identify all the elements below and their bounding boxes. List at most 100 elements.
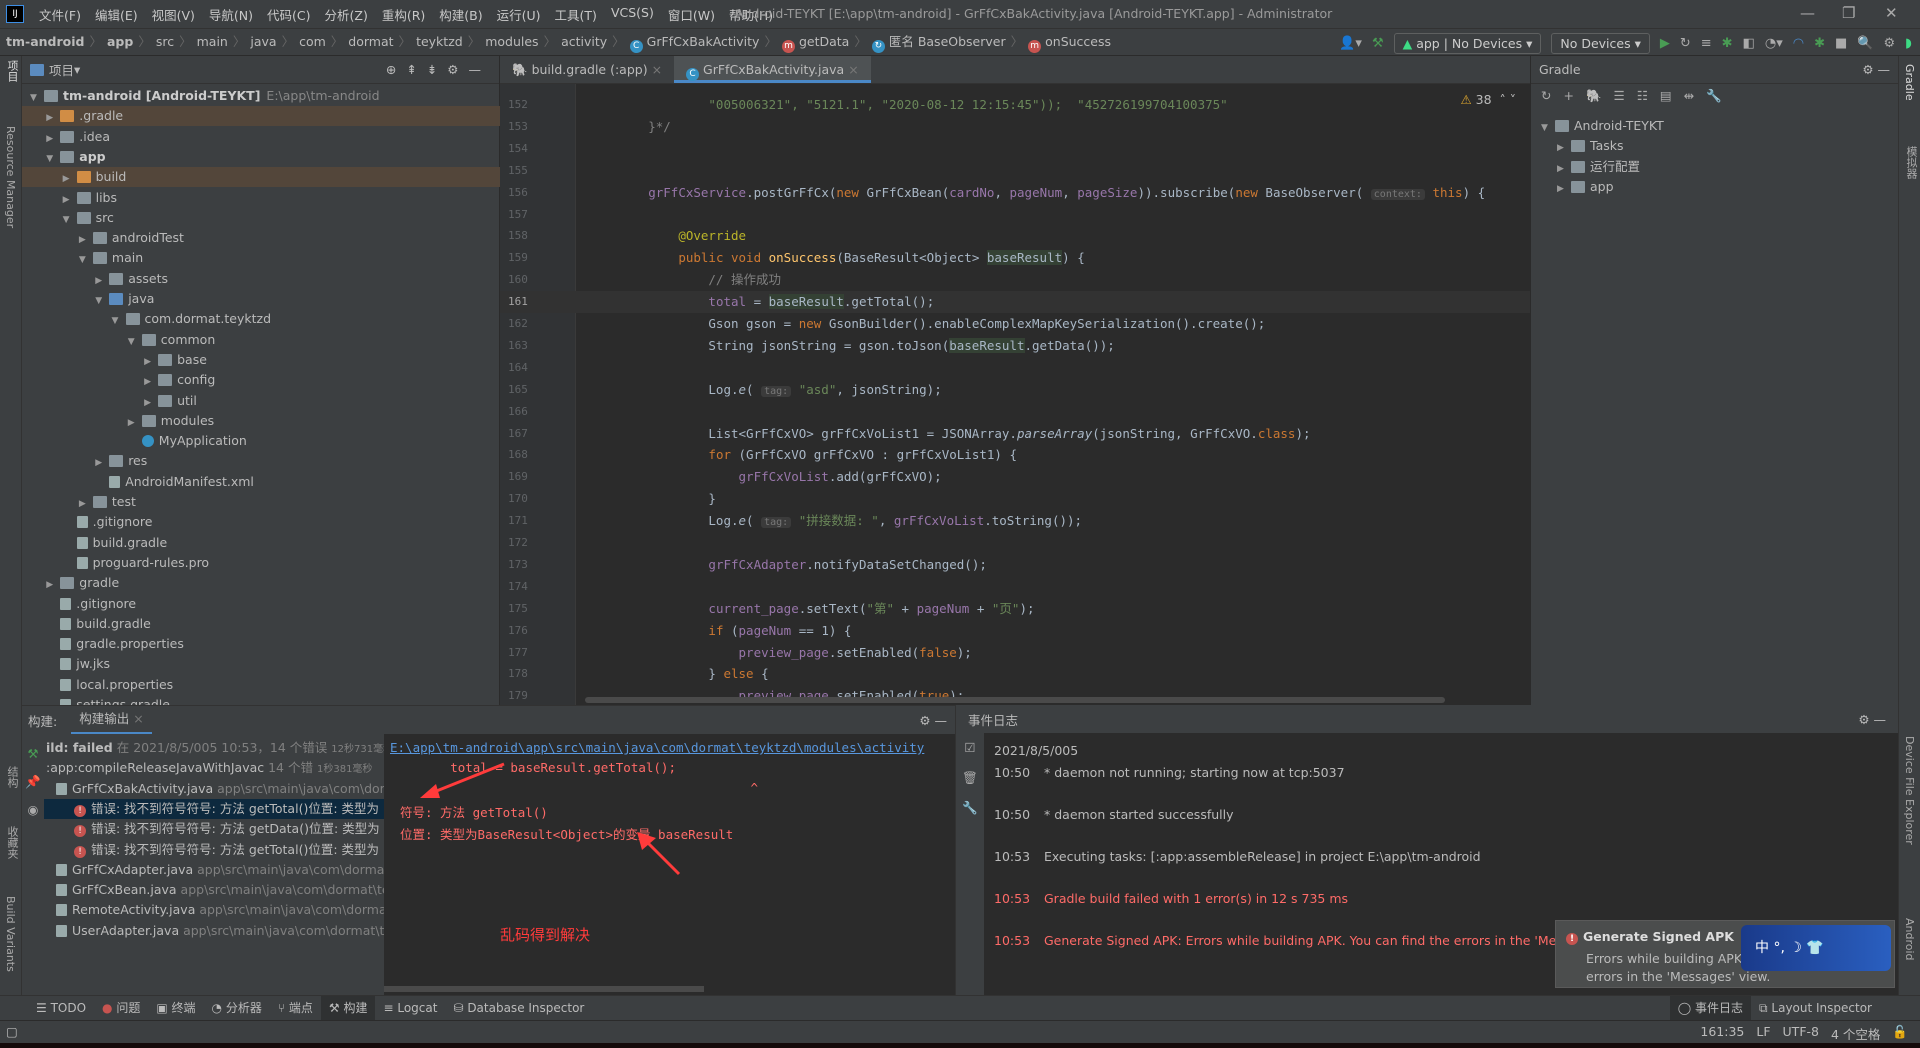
chevron-down-icon[interactable]: ▼ bbox=[1541, 118, 1555, 138]
chevron-right-icon[interactable]: ▶ bbox=[46, 108, 60, 128]
code-line[interactable]: 154 bbox=[500, 138, 1530, 160]
code-line[interactable]: 178 } else { bbox=[500, 663, 1530, 685]
code-line[interactable]: 160 // 操作成功 bbox=[500, 269, 1530, 291]
gear-icon[interactable]: ⚙ bbox=[1883, 36, 1895, 51]
tree-item[interactable]: ▼ tm-android [Android-TEYKT] E:\app\tm-and… bbox=[22, 86, 500, 106]
code-line[interactable]: 171 Log.e( tag: "拼接数据: ", grFfCxVoList.t… bbox=[500, 510, 1530, 532]
gradle-tree-item[interactable]: ▶ Tasks bbox=[1531, 136, 1920, 156]
breadcrumb-item[interactable]: m onSuccess bbox=[1028, 34, 1111, 53]
tool-device-file-explorer[interactable]: Device File Explorer bbox=[1903, 736, 1916, 845]
tree-item[interactable]: ▶ res bbox=[22, 451, 500, 471]
breadcrumb-item[interactable]: app bbox=[107, 34, 133, 49]
project-toolbar-icons[interactable]: ⊕⇞⇟⚙— bbox=[386, 62, 491, 77]
tree-item[interactable]: local.properties bbox=[22, 675, 500, 695]
code-line[interactable]: 175 current_page.setText("第" + pageNum +… bbox=[500, 598, 1530, 620]
coverage-icon[interactable]: ◔▾ bbox=[1765, 36, 1783, 51]
output-scrollbar[interactable] bbox=[384, 986, 704, 992]
build-tree-item[interactable]: ild: failed 在 2021/8/5/005 10:53，14 个错误 1… bbox=[44, 738, 394, 758]
breadcrumb-item[interactable]: tm-android bbox=[6, 34, 84, 49]
gradle-tree-item[interactable]: ▶ app bbox=[1531, 177, 1920, 197]
tool-构建[interactable]: ⚒ 构建 bbox=[320, 995, 376, 1021]
chevron-right-icon[interactable]: ▶ bbox=[1557, 159, 1571, 179]
tree-item[interactable]: ▶ androidTest bbox=[22, 228, 500, 248]
tree-item[interactable]: ▶ assets bbox=[22, 269, 500, 289]
run-icon[interactable]: ▶ bbox=[1660, 36, 1670, 51]
tree-item[interactable]: proguard-rules.pro bbox=[22, 553, 500, 573]
breadcrumb-item[interactable]: ↻ 匿名 BaseObserver bbox=[871, 34, 1006, 53]
event-log-toolbar[interactable]: ☑ 🗑 🔧 bbox=[956, 733, 984, 995]
cursor-position[interactable]: 161:35 bbox=[1700, 1024, 1744, 1043]
tree-item[interactable]: ▼ src bbox=[22, 208, 500, 228]
menu-item[interactable]: 视图(V) bbox=[145, 5, 202, 24]
chevron-right-icon[interactable]: ▶ bbox=[79, 494, 93, 514]
tool-logcat[interactable]: ≡ Logcat bbox=[375, 996, 445, 1021]
tree-item[interactable]: MyApplication bbox=[22, 431, 500, 451]
code-line[interactable]: 162 Gson gson = new GsonBuilder().enable… bbox=[500, 313, 1530, 335]
chevron-right-icon[interactable]: ▶ bbox=[1557, 179, 1571, 199]
tool-端点[interactable]: ⑂ 端点 bbox=[270, 996, 321, 1021]
chevron-right-icon[interactable]: ▶ bbox=[46, 129, 60, 149]
chevron-down-icon[interactable]: ▼ bbox=[128, 332, 142, 352]
gradle-toolbar[interactable]: ↻+🐘☰☷▤⇹🔧 bbox=[1531, 84, 1898, 112]
code-line[interactable]: 164 bbox=[500, 357, 1530, 379]
tree-item[interactable]: ▶ .idea bbox=[22, 127, 500, 147]
line-separator[interactable]: LF bbox=[1756, 1024, 1770, 1043]
build-side-toolbar[interactable]: ⚒ 📌 ◉ bbox=[22, 734, 44, 996]
profile-icon[interactable]: ◧ bbox=[1743, 36, 1755, 51]
tree-item[interactable]: ▼ java bbox=[22, 289, 500, 309]
menu-item[interactable]: 工具(T) bbox=[548, 5, 604, 24]
minimize-button[interactable]: — bbox=[1800, 4, 1815, 22]
tool-structure[interactable]: 结构 bbox=[4, 766, 20, 788]
gradle-tree-item[interactable]: ▼ Android-TEYKT bbox=[1531, 116, 1920, 136]
tab-build-output[interactable]: 构建输出 × bbox=[71, 706, 152, 734]
chevron-right-icon[interactable]: ▶ bbox=[79, 230, 93, 250]
build-tree-item[interactable]: ! 错误: 找不到符号符号: 方法 getData()位置: 类型为 bbox=[44, 819, 394, 839]
breadcrumb-item[interactable]: modules bbox=[485, 34, 538, 49]
tool-emulator[interactable]: 模拟器 bbox=[1903, 146, 1919, 179]
chevron-down-icon[interactable]: ▼ bbox=[30, 88, 44, 108]
tool-todo[interactable]: ☰ TODO bbox=[28, 996, 94, 1021]
attach-debugger-icon[interactable]: ✱ bbox=[1814, 36, 1825, 51]
breadcrumb-item[interactable]: com bbox=[299, 34, 326, 49]
maximize-button[interactable]: ❐ bbox=[1842, 4, 1855, 22]
chevron-right-icon[interactable]: ▶ bbox=[144, 352, 158, 372]
profiler-icon[interactable]: ◠ bbox=[1793, 36, 1804, 51]
code-line[interactable]: 155 bbox=[500, 160, 1530, 182]
chevron-right-icon[interactable]: ▶ bbox=[63, 169, 77, 189]
tab-grffcxbakactivity[interactable]: C GrFfCxBakActivity.java × bbox=[674, 56, 871, 83]
tree-item[interactable]: ▼ com.dormat.teyktzd bbox=[22, 309, 500, 329]
menu-item[interactable]: 导航(N) bbox=[202, 5, 260, 24]
build-tree-item[interactable]: GrFfCxBakActivity.java app\src\main\java… bbox=[44, 779, 394, 799]
breadcrumb-item[interactable]: C GrFfCxBakActivity bbox=[629, 34, 759, 53]
menu-item[interactable]: 窗口(W) bbox=[661, 5, 722, 24]
android-studio-icon[interactable]: ◗ bbox=[1905, 36, 1912, 51]
code-line[interactable]: 156 grFfCxService.postGrFfCx(new GrFfCxB… bbox=[500, 182, 1530, 204]
build-tree-item[interactable]: GrFfCxAdapter.java app\src\main\java\com… bbox=[44, 860, 394, 880]
notification-popup[interactable]: ! Generate Signed APK Errors while buildi… bbox=[1555, 920, 1895, 988]
code-line[interactable]: 159 public void onSuccess(BaseResult<Obj… bbox=[500, 247, 1530, 269]
tree-item[interactable]: ▶ config bbox=[22, 370, 500, 390]
menu-item[interactable]: 编辑(E) bbox=[88, 5, 145, 24]
tool-layout-inspector[interactable]: ⧉ Layout Inspector bbox=[1751, 996, 1880, 1021]
chevron-right-icon[interactable]: ▶ bbox=[128, 413, 142, 433]
tool-event-log[interactable]: ◯ 事件日志 bbox=[1669, 995, 1752, 1021]
chevron-right-icon[interactable]: ▶ bbox=[46, 575, 60, 595]
code-editor[interactable]: 🐘 build.gradle (:app) × C GrFfCxBakActivi… bbox=[500, 56, 1530, 705]
tree-item[interactable]: ▶ util bbox=[22, 391, 500, 411]
tree-item[interactable]: ▼ main bbox=[22, 248, 500, 268]
breadcrumb-item[interactable]: activity bbox=[561, 34, 607, 49]
chevron-right-icon[interactable]: ▶ bbox=[144, 393, 158, 413]
chevron-right-icon[interactable]: ▶ bbox=[1557, 138, 1571, 158]
tool-build-variants[interactable]: Build Variants bbox=[4, 896, 17, 972]
breadcrumb-item[interactable]: dormat bbox=[348, 34, 393, 49]
tree-item[interactable]: ▼ app bbox=[22, 147, 500, 167]
build-tree-item[interactable]: ! 错误: 找不到符号符号: 方法 getTotal()位置: 类型为 bbox=[44, 798, 394, 819]
warnings-indicator[interactable]: ⚠ 38 ˄ ˅ bbox=[1460, 92, 1516, 107]
code-line[interactable]: 157 bbox=[500, 204, 1530, 226]
tree-item[interactable]: ▶ modules bbox=[22, 411, 500, 431]
tool-database-inspector[interactable]: ⛁ Database Inspector bbox=[445, 996, 592, 1021]
menu-item[interactable]: 重构(R) bbox=[375, 5, 432, 24]
tree-item[interactable]: .gitignore bbox=[22, 594, 500, 614]
build-tree-item[interactable]: GrFfCxBean.java app\src\main\java\com\do… bbox=[44, 880, 394, 900]
horizontal-scrollbar[interactable] bbox=[585, 697, 1445, 703]
